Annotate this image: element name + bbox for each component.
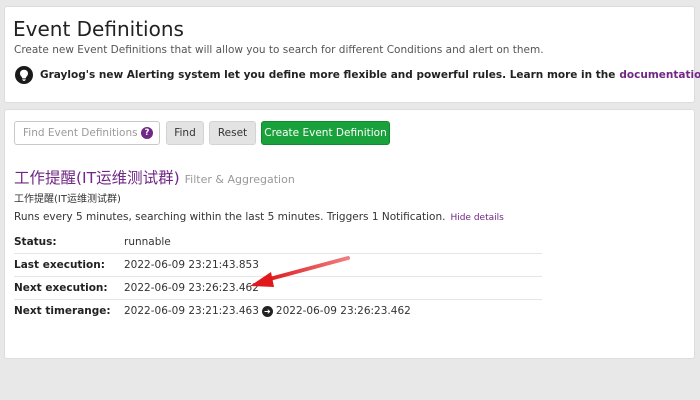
alerting-info: Graylog's new Alerting system let you de… xyxy=(15,66,700,84)
reset-button[interactable]: Reset xyxy=(209,121,256,145)
event-definition-summary: Runs every 5 minutes, searching within t… xyxy=(14,211,446,223)
last-execution-value: 2022-06-09 23:21:43.853 xyxy=(124,259,259,271)
event-definition-details: Status: runnable Last execution: 2022-06… xyxy=(14,231,542,322)
status-value: runnable xyxy=(124,236,171,248)
arrow-circle-right-icon: ➜ xyxy=(261,305,273,317)
event-definition-summary-row: Runs every 5 minutes, searching within t… xyxy=(14,211,504,223)
detail-label: Last execution: xyxy=(14,259,105,271)
page: Event Definitions Create new Event Defin… xyxy=(0,0,700,400)
timerange-from: 2022-06-09 23:21:23.463 xyxy=(124,305,259,317)
detail-label: Next execution: xyxy=(14,282,108,294)
timerange-to: 2022-06-09 23:26:23.462 xyxy=(275,305,411,317)
event-definition-description: 工作提醒(IT运维测试群) xyxy=(14,194,121,205)
header-panel: Event Definitions Create new Event Defin… xyxy=(4,6,700,103)
page-title: Event Definitions xyxy=(13,17,184,41)
hide-details-link[interactable]: Hide details xyxy=(450,213,503,223)
create-event-definition-button[interactable]: Create Event Definition xyxy=(261,121,390,145)
lightbulb-icon xyxy=(15,66,33,84)
detail-row-last-execution: Last execution: 2022-06-09 23:21:43.853 xyxy=(14,254,542,277)
event-definition-type: Filter & Aggregation xyxy=(184,173,295,186)
event-definition-title[interactable]: 工作提醒(IT运维测试群) xyxy=(14,166,180,188)
detail-row-next-execution: Next execution: 2022-06-09 23:26:23.462 xyxy=(14,277,542,300)
next-timerange-value: 2022-06-09 23:21:23.463 ➜ 2022-06-09 23:… xyxy=(124,305,411,317)
detail-row-next-timerange: Next timerange: 2022-06-09 23:21:23.463 … xyxy=(14,300,542,322)
event-definition-header: 工作提醒(IT运维测试群) Filter & Aggregation xyxy=(14,166,295,188)
page-subtitle: Create new Event Definitions that will a… xyxy=(14,44,544,56)
info-text: Graylog's new Alerting system let you de… xyxy=(40,69,616,81)
search-input[interactable] xyxy=(15,122,143,144)
find-button[interactable]: Find xyxy=(166,121,204,145)
detail-label: Status: xyxy=(14,236,57,248)
detail-label: Next timerange: xyxy=(14,305,111,317)
next-execution-value: 2022-06-09 23:26:23.462 xyxy=(124,282,259,294)
detail-row-status: Status: runnable xyxy=(14,231,542,254)
event-definitions-panel: ? Find Reset Create Event Definition 工作提… xyxy=(4,109,695,359)
documentation-link[interactable]: documentation xyxy=(619,69,700,81)
search-box: ? xyxy=(14,121,160,145)
question-circle-icon[interactable]: ? xyxy=(141,127,153,139)
